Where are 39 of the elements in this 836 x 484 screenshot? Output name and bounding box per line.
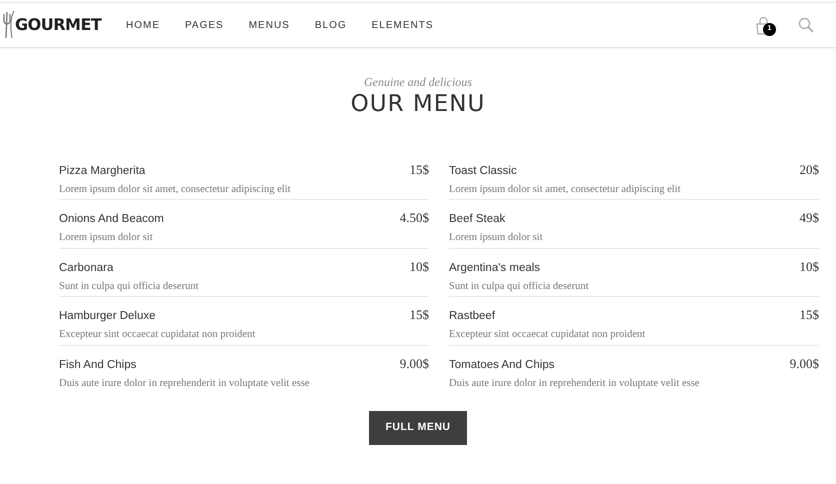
dish-price: 15$ bbox=[410, 306, 429, 324]
dish-price: 4.50$ bbox=[400, 209, 429, 228]
dish-name: Beef Steak bbox=[449, 212, 506, 228]
dish-price: 9.00$ bbox=[790, 354, 819, 373]
dish-description: Lorem ipsum dolor sit bbox=[449, 232, 543, 244]
dish-description: Excepteur sint occaecat cupidatat non proident bbox=[59, 329, 256, 340]
dish-name: Argentina's meals bbox=[449, 260, 540, 276]
dish-name: Carbonara bbox=[59, 260, 114, 276]
dish-price: 15$ bbox=[410, 160, 429, 179]
dish-name: Rastbeef bbox=[449, 309, 496, 324]
dish-price: 49$ bbox=[800, 209, 819, 228]
dish-description: Sunt in culpa qui officia deserunt bbox=[59, 280, 198, 292]
dish-price: 9.00$ bbox=[400, 354, 429, 373]
dish-description: Lorem ipsum dolor sit amet, consectetur adipiscing elit bbox=[59, 184, 291, 195]
logo[interactable]: GOURMET bbox=[15, 13, 102, 37]
dish-name: Fish And Chips bbox=[59, 358, 136, 373]
full-menu-button[interactable]: FULL MENU bbox=[368, 411, 468, 445]
dish-description: Duis aute irure dolor in reprehenderit in voluptate velit esse bbox=[59, 378, 310, 389]
dish-price: 15$ bbox=[800, 306, 819, 324]
dish-description: Lorem ipsum dolor sit bbox=[59, 232, 153, 244]
nav-link[interactable]: MENUS bbox=[248, 18, 290, 32]
nav-link[interactable]: HOME bbox=[126, 18, 160, 32]
dish-name: Onions And Beacom bbox=[59, 212, 164, 228]
nav-link[interactable]: BLOG bbox=[314, 18, 347, 32]
dish-name: Pizza Margherita bbox=[59, 164, 146, 179]
dish-description: Sunt in culpa qui officia deserunt bbox=[449, 280, 588, 292]
dish-description: Lorem ipsum dolor sit amet, consectetur adipiscing elit bbox=[449, 184, 681, 195]
dish-price: 20$ bbox=[800, 160, 819, 179]
nav-link[interactable]: PAGES bbox=[185, 18, 224, 32]
dish-name: Toast Classic bbox=[449, 164, 517, 179]
dish-description: Excepteur sint occaecat cupidatat non proident bbox=[449, 329, 646, 340]
section-title: OUR MENU bbox=[350, 91, 486, 119]
dish-price: 10$ bbox=[410, 258, 429, 276]
dish-description: Duis aute irure dolor in reprehenderit in voluptate velit esse bbox=[449, 378, 700, 389]
section-subtitle: Genuine and delicious bbox=[363, 74, 473, 91]
dish-name: Hamburger Deluxe bbox=[59, 309, 156, 324]
nav-link[interactable]: ELEMENTS bbox=[372, 18, 434, 32]
dish-name: Tomatoes And Chips bbox=[449, 358, 554, 373]
dish-price: 10$ bbox=[800, 258, 819, 276]
